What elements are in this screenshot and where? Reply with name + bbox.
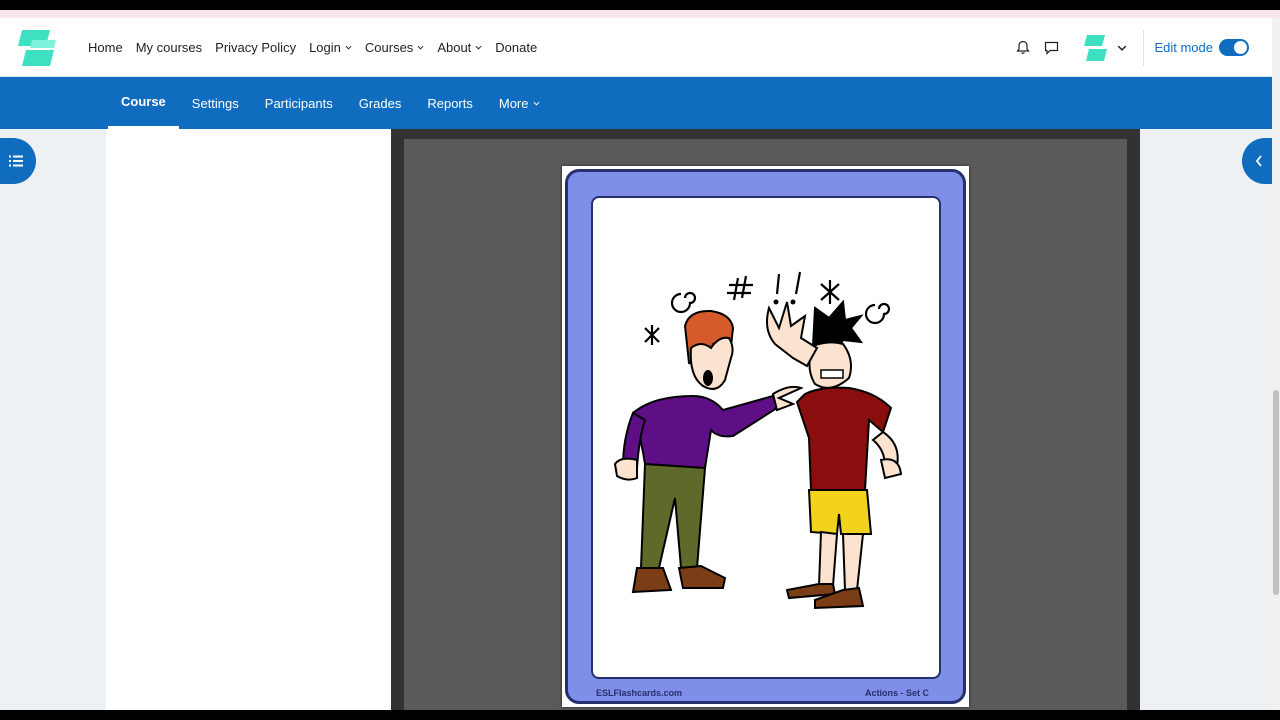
scrollbar-thumb[interactable] (1273, 390, 1279, 595)
page-scrollbar[interactable] (1272, 18, 1280, 718)
navbar-actions: Edit mode (1009, 18, 1280, 77)
nav-privacy-policy-label: Privacy Policy (215, 40, 297, 55)
flashcard: ESLFlashcards.com Actions - Set C (565, 169, 966, 704)
chevron-down-icon (1118, 45, 1127, 51)
tab-more[interactable]: More (486, 77, 553, 129)
course-index-drawer-toggle[interactable] (0, 138, 36, 184)
top-strip (0, 0, 1280, 10)
chat-bubble-icon (1044, 41, 1059, 55)
tab-participants-label: Participants (264, 95, 333, 111)
nav-login-label: Login (309, 40, 341, 55)
arguing-people-illustration (613, 271, 903, 610)
pdf-page: ESLFlashcards.com Actions - Set C (562, 166, 969, 707)
nav-privacy-policy[interactable]: Privacy Policy (215, 40, 296, 55)
site-logo-icon[interactable] (14, 26, 58, 70)
chevron-down-icon (533, 101, 539, 106)
nav-courses-label: Courses (364, 40, 414, 55)
nav-my-courses-label: My courses (135, 40, 203, 55)
avatar (1084, 34, 1108, 61)
tab-course[interactable]: Course (108, 77, 179, 129)
tab-reports-label: Reports (427, 95, 473, 111)
nav-courses[interactable]: Courses (365, 40, 424, 55)
tab-reports[interactable]: Reports (414, 77, 486, 129)
flashcard-footer-source: ESLFlashcards.com (596, 688, 683, 698)
nav-about[interactable]: About (437, 40, 482, 55)
nav-donate[interactable]: Donate (495, 40, 537, 55)
chevron-down-icon (475, 45, 482, 50)
navbar-divider (1143, 29, 1145, 66)
nav-login[interactable]: Login (309, 40, 352, 55)
chevron-down-icon (345, 45, 352, 50)
tab-settings[interactable]: Settings (179, 77, 252, 129)
tab-settings-label: Settings (191, 95, 239, 111)
nav-home[interactable]: Home (88, 40, 123, 55)
bottom-strip (0, 710, 1280, 720)
primary-navbar: Home My courses Privacy Policy Login Cou… (0, 18, 1280, 77)
bell-icon (1016, 40, 1031, 54)
notifications-button[interactable] (1009, 34, 1037, 62)
nav-about-label: About (437, 40, 472, 55)
edit-mode-toggle[interactable] (1219, 39, 1249, 56)
tab-participants[interactable]: Participants (252, 77, 346, 129)
edit-mode-label: Edit mode (1154, 40, 1213, 55)
list-icon (9, 155, 23, 167)
block-drawer-toggle[interactable] (1242, 138, 1272, 184)
nav-my-courses[interactable]: My courses (136, 40, 202, 55)
tab-grades[interactable]: Grades (346, 77, 415, 129)
nav-donate-label: Donate (495, 40, 538, 55)
messages-button[interactable] (1037, 34, 1065, 62)
flashcard-footer-set: Actions - Set C (865, 688, 930, 698)
primary-nav-links: Home My courses Privacy Policy Login Cou… (88, 18, 550, 77)
course-tabs: Course Settings Participants Grades Repo… (108, 77, 553, 129)
tab-course-label: Course (121, 94, 166, 109)
flashcard-illustration-area (591, 196, 941, 679)
tab-more-label: More (498, 95, 529, 111)
course-secondary-nav: Course Settings Participants Grades Repo… (0, 77, 1272, 129)
user-menu[interactable] (1081, 33, 1127, 63)
top-accent-line (0, 10, 1280, 18)
nav-home-label: Home (88, 40, 123, 55)
tab-grades-label: Grades (358, 95, 402, 111)
chevron-down-icon (417, 45, 424, 50)
chevron-left-icon (1255, 155, 1262, 167)
